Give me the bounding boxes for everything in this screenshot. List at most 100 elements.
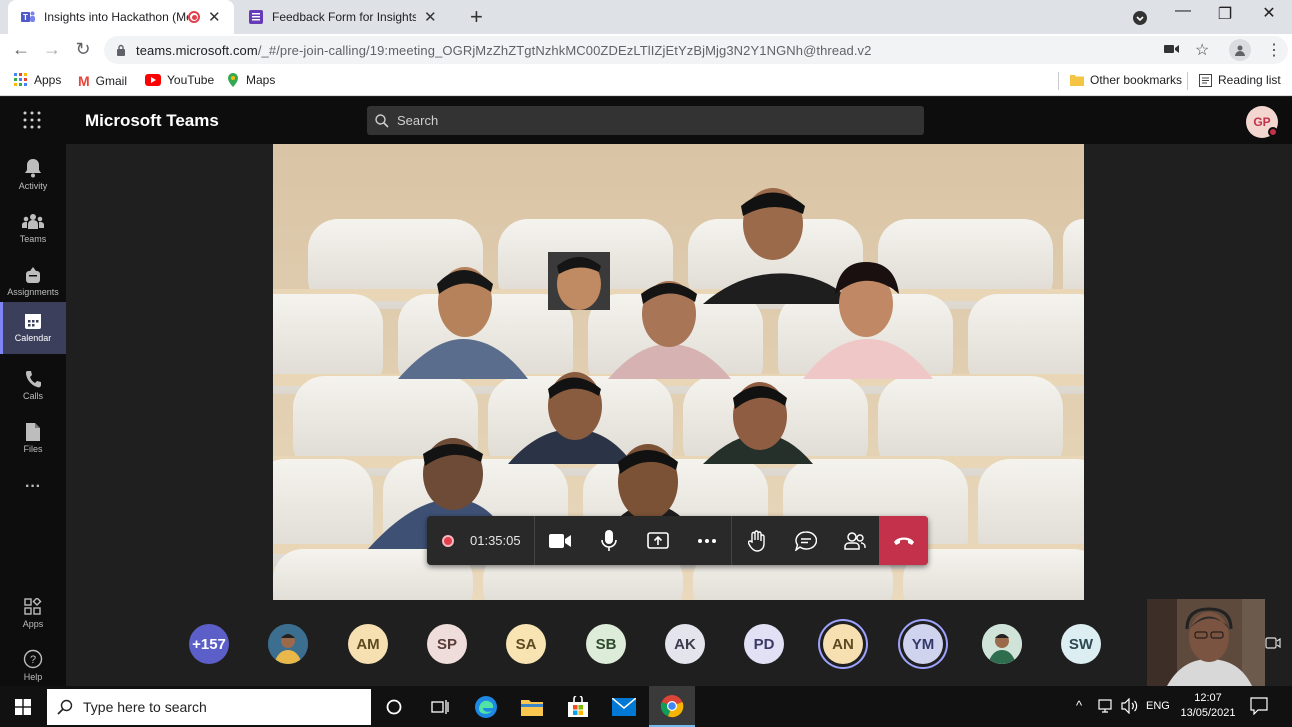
- app-launcher-icon[interactable]: [22, 110, 42, 130]
- file-explorer-icon[interactable]: [509, 686, 555, 727]
- app-title: Microsoft Teams: [85, 111, 219, 130]
- bookmark-maps[interactable]: Maps: [226, 73, 275, 87]
- other-bookmarks[interactable]: Other bookmarks: [1070, 73, 1182, 87]
- participant-avatar[interactable]: SB: [586, 624, 626, 664]
- tab-feedback-form[interactable]: Feedback Form for Insights into I ✕: [236, 0, 462, 34]
- task-view-icon[interactable]: [417, 686, 463, 727]
- edge-browser-icon[interactable]: [463, 686, 509, 727]
- chrome-icon[interactable]: [649, 686, 695, 727]
- volume-icon[interactable]: [1121, 698, 1139, 714]
- youtube-icon: [145, 74, 161, 86]
- participant-avatar[interactable]: SA: [506, 624, 546, 664]
- browser-toolbar: ← → ↻ teams.microsoft.com/_#/pre-join-ca…: [0, 34, 1292, 66]
- participant-initials: AK: [674, 635, 696, 653]
- rail-item-activity[interactable]: Activity: [0, 150, 66, 202]
- search-placeholder: Search: [397, 113, 439, 128]
- camera-button[interactable]: [535, 516, 584, 565]
- microphone-button[interactable]: [584, 516, 633, 565]
- reload-icon[interactable]: ↻: [72, 39, 94, 60]
- gmail-icon: M: [78, 73, 90, 89]
- participant-avatar[interactable]: YM: [903, 624, 943, 664]
- rail-label: Teams: [19, 234, 47, 244]
- folder-icon: [1070, 74, 1084, 86]
- minimize-button[interactable]: —: [1163, 2, 1203, 20]
- close-window-button[interactable]: ✕: [1249, 3, 1289, 23]
- divider: [1058, 72, 1059, 90]
- close-tab-icon[interactable]: ✕: [424, 8, 437, 26]
- bookmark-apps[interactable]: Apps: [14, 73, 61, 87]
- menu-kebab-icon[interactable]: ⋮: [1266, 40, 1282, 60]
- bookmark-star-icon[interactable]: ☆: [1195, 40, 1209, 60]
- participants-button[interactable]: [830, 516, 879, 565]
- rail-item-files[interactable]: Files: [0, 413, 66, 465]
- forward-arrow-icon[interactable]: →: [41, 39, 63, 60]
- participant-avatar[interactable]: AN: [823, 624, 863, 664]
- raise-hand-button[interactable]: [732, 516, 781, 565]
- participant-initials: +157: [192, 635, 226, 653]
- recording-icon: [442, 535, 454, 547]
- rail-label: Files: [23, 444, 43, 454]
- language-indicator[interactable]: ENG: [1146, 700, 1170, 712]
- participant-avatar[interactable]: PD: [744, 624, 784, 664]
- video-camera-icon: [548, 533, 571, 549]
- rail-label: Help: [23, 672, 43, 682]
- rail-item-assignments[interactable]: Assignments: [0, 256, 66, 308]
- hand-icon: [747, 529, 766, 552]
- back-arrow-icon[interactable]: ←: [10, 39, 32, 60]
- system-clock[interactable]: 12:07 13/05/2021: [1178, 691, 1238, 721]
- participant-initials: PD: [753, 635, 775, 653]
- rail-item-calls[interactable]: Calls: [0, 360, 66, 412]
- notifications-icon[interactable]: [1250, 697, 1268, 715]
- participant-avatar[interactable]: AM: [348, 624, 388, 664]
- more-ellipsis-icon: [697, 538, 717, 544]
- profile-photo-icon: [982, 624, 1022, 664]
- microsoft-store-icon[interactable]: [555, 686, 601, 727]
- participant-avatar[interactable]: [982, 624, 1022, 664]
- phone-icon: [0, 360, 66, 388]
- participant-avatar[interactable]: SP: [427, 624, 467, 664]
- file-icon: [0, 413, 66, 441]
- bookmark-youtube[interactable]: YouTube: [145, 73, 214, 87]
- browser-tab-strip: T Insights into Hackathon (Me ✕ Feedback…: [0, 0, 1292, 34]
- profile-icon[interactable]: [1229, 39, 1251, 61]
- windows-start-icon[interactable]: [0, 686, 46, 727]
- search-icon: [375, 113, 389, 128]
- mail-icon[interactable]: [601, 686, 647, 727]
- rail-item-teams[interactable]: Teams: [0, 203, 66, 255]
- tab-search-icon[interactable]: [1120, 4, 1160, 26]
- address-bar[interactable]: teams.microsoft.com/_#/pre-join-calling/…: [104, 36, 1288, 64]
- camera-in-use-icon[interactable]: [1164, 43, 1180, 55]
- chat-bubble-icon: [794, 530, 817, 551]
- help-icon: ?: [0, 641, 66, 669]
- tab-teams-meeting[interactable]: T Insights into Hackathon (Me ✕: [8, 0, 234, 34]
- teams-header: Microsoft Teams Search GP: [0, 97, 1292, 144]
- rail-item-calendar[interactable]: Calendar: [0, 302, 66, 354]
- participant-avatar[interactable]: SW: [1061, 624, 1101, 664]
- more-apps-ellipsis-icon[interactable]: ···: [0, 478, 66, 496]
- more-actions-button[interactable]: [682, 516, 731, 565]
- bookmark-label: Other bookmarks: [1090, 73, 1183, 87]
- search-input[interactable]: Search: [367, 106, 924, 135]
- more-participants-badge[interactable]: +157: [189, 624, 229, 664]
- maximize-button[interactable]: ❐: [1205, 4, 1245, 24]
- cortana-circle-icon[interactable]: [371, 686, 417, 727]
- taskbar-search-input[interactable]: Type here to search: [47, 689, 371, 725]
- share-screen-button[interactable]: [633, 516, 682, 565]
- reading-list[interactable]: Reading list: [1199, 73, 1281, 87]
- microphone-icon: [600, 529, 617, 552]
- reading-list-icon: [1199, 73, 1212, 87]
- network-icon[interactable]: [1098, 699, 1114, 713]
- tray-chevron-up-icon[interactable]: ^: [1076, 698, 1082, 713]
- new-tab-button[interactable]: +: [470, 4, 483, 30]
- rail-item-apps[interactable]: Apps: [0, 588, 66, 640]
- switch-camera-icon[interactable]: [1265, 636, 1281, 650]
- bookmark-label: Maps: [246, 73, 276, 87]
- close-tab-icon[interactable]: ✕: [208, 8, 221, 26]
- participant-avatar[interactable]: AK: [665, 624, 705, 664]
- hang-up-button[interactable]: [879, 516, 928, 565]
- chat-button[interactable]: [781, 516, 830, 565]
- participant-avatar[interactable]: [268, 624, 308, 664]
- rail-label: Apps: [22, 619, 44, 629]
- bookmark-gmail[interactable]: M Gmail: [78, 73, 127, 89]
- participant-initials: AN: [832, 635, 854, 653]
